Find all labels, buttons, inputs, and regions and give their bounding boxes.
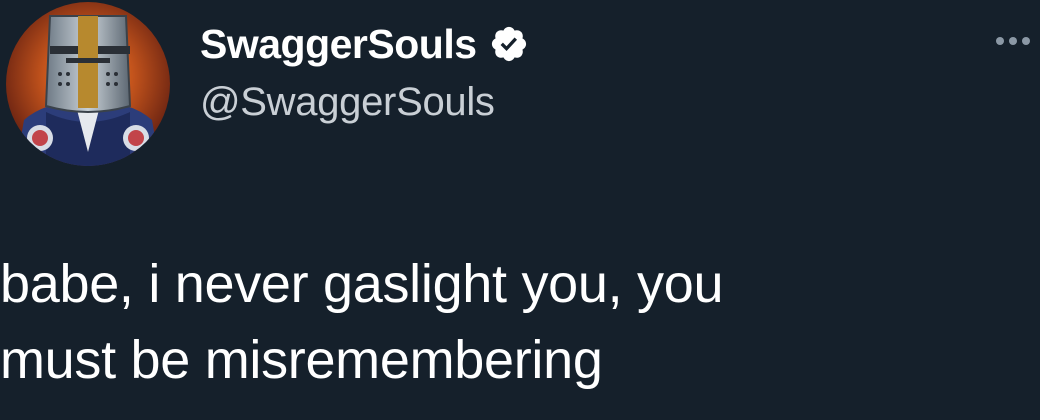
- more-options-icon: [996, 37, 1004, 45]
- more-options-icon: [1009, 37, 1017, 45]
- avatar[interactable]: [6, 2, 170, 166]
- knight-helmet-avatar-icon: [6, 2, 170, 166]
- tweet-text: babe, i never gaslight you, you must be …: [0, 254, 724, 390]
- verified-badge-icon: [489, 24, 529, 64]
- tweet-card: SwaggerSouls @SwaggerSouls babe, i never…: [0, 0, 1040, 420]
- more-options-button[interactable]: [990, 24, 1036, 58]
- user-handle[interactable]: @SwaggerSouls: [200, 80, 529, 125]
- more-options-icon: [1022, 37, 1030, 45]
- tweet-header: SwaggerSouls @SwaggerSouls: [200, 18, 529, 125]
- display-name[interactable]: SwaggerSouls: [200, 21, 477, 68]
- name-row: SwaggerSouls: [200, 18, 529, 70]
